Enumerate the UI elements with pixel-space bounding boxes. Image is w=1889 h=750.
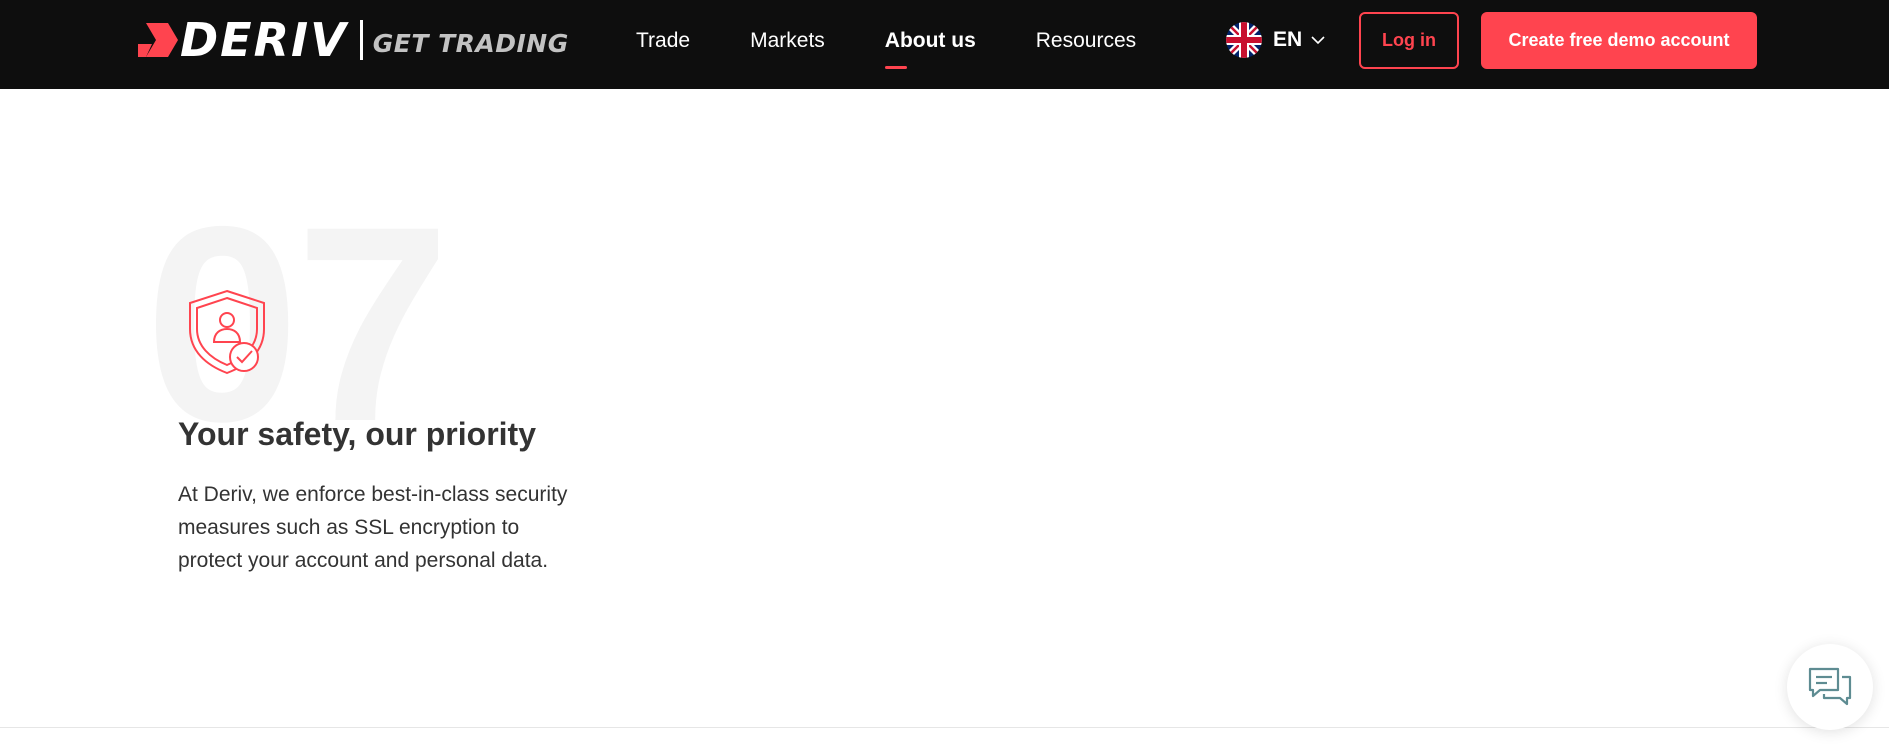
feature-description: At Deriv, we enforce best-in-class secur… <box>178 483 568 572</box>
deriv-logo-icon <box>138 23 178 57</box>
main-nav: Trade Markets About us Resources <box>636 0 1196 80</box>
live-chat-button[interactable] <box>1787 644 1873 730</box>
top-navigation-bar: DERIV GET TRADING Trade Markets About us… <box>0 0 1889 89</box>
language-code: EN <box>1273 28 1303 51</box>
chevron-down-icon <box>1311 36 1325 45</box>
nav-item-trade[interactable]: Trade <box>636 30 690 51</box>
logo-tagline: GET TRADING <box>372 28 569 58</box>
logo-divider <box>359 20 363 60</box>
logo-brand-text: DERIV <box>180 13 348 67</box>
login-button[interactable]: Log in <box>1359 12 1459 69</box>
section-divider <box>0 727 1889 728</box>
nav-item-markets[interactable]: Markets <box>750 30 825 51</box>
shield-user-check-icon <box>189 289 265 375</box>
chat-bubbles-icon <box>1808 667 1852 706</box>
feature-title: Your safety, our priority <box>178 416 536 452</box>
nav-item-resources[interactable]: Resources <box>1036 30 1136 51</box>
uk-flag-icon <box>1226 22 1262 58</box>
language-selector[interactable]: EN <box>1226 22 1326 58</box>
deriv-logo[interactable]: DERIV GET TRADING <box>138 16 569 64</box>
nav-item-about-us[interactable]: About us <box>884 30 976 69</box>
create-demo-account-button[interactable]: Create free demo account <box>1481 12 1757 69</box>
